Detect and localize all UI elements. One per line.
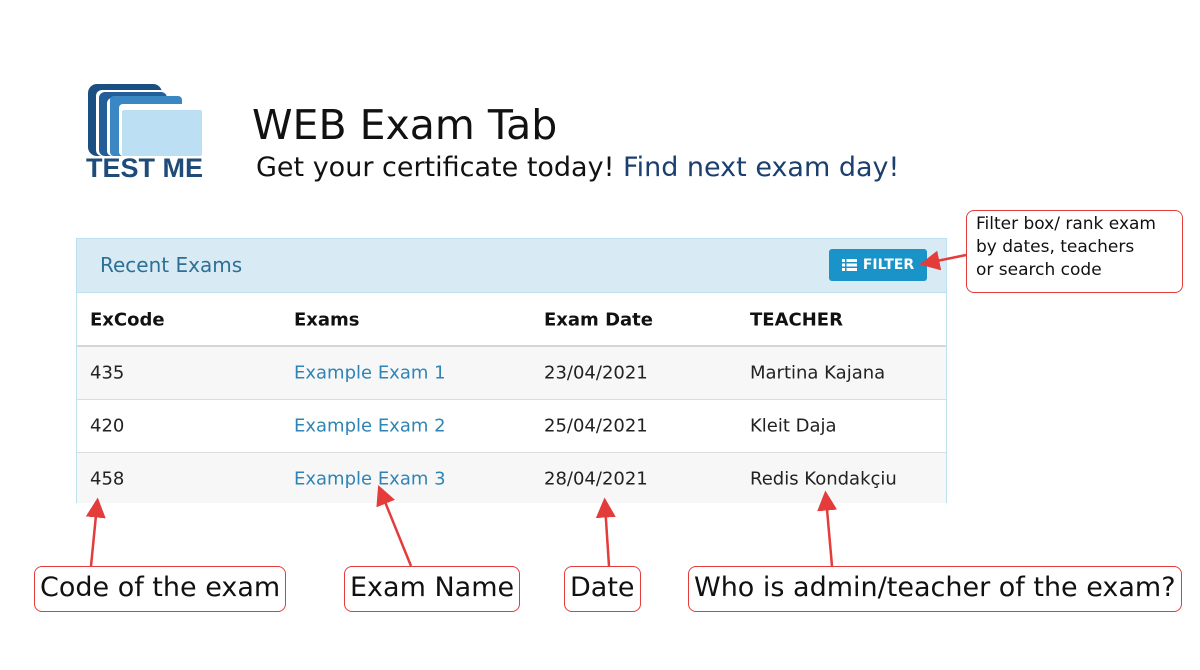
date-arrow xyxy=(595,497,616,567)
column-header-teacher[interactable]: TEACHER xyxy=(750,310,843,331)
panel-header: Recent Exams FILTER xyxy=(77,239,946,293)
books-logo-icon xyxy=(88,84,203,156)
table-row: 458 Example Exam 3 28/04/2021 Redis Kond… xyxy=(77,453,946,503)
logo-text: TEST ME xyxy=(86,153,204,183)
page-title: WEB Exam Tab xyxy=(252,101,558,149)
panel-title: Recent Exams xyxy=(100,253,243,277)
filter-note-line: Filter box/ rank exam xyxy=(976,214,1156,234)
code-annotation: Code of the exam xyxy=(34,566,287,612)
column-header-exam-date[interactable]: Exam Date xyxy=(544,310,653,331)
test-me-logo: TEST ME xyxy=(86,82,206,186)
filter-button[interactable]: FILTER xyxy=(829,249,927,281)
exam-link[interactable]: Example Exam 2 xyxy=(294,416,446,437)
teacher-arrow xyxy=(817,490,838,567)
exam-link[interactable]: Example Exam 1 xyxy=(294,363,446,384)
tagline-text: Get your certificate today! xyxy=(256,152,615,183)
table-row: 435 Example Exam 1 23/04/2021 Martina Ka… xyxy=(77,347,946,400)
column-header-exams[interactable]: Exams xyxy=(294,310,360,331)
filter-label: FILTER xyxy=(862,257,915,273)
column-header-excode[interactable]: ExCode xyxy=(90,310,165,331)
exam-date: 25/04/2021 xyxy=(544,415,648,437)
table-row: 420 Example Exam 2 25/04/2021 Kleit Daja xyxy=(77,400,946,453)
name-arrow xyxy=(376,485,413,567)
exam-code: 458 xyxy=(90,468,125,490)
exam-teacher: Redis Kondakçiu xyxy=(750,468,897,490)
list-icon xyxy=(841,259,857,271)
tagline: Get your certificate today! Find next ex… xyxy=(256,150,899,186)
exam-code: 420 xyxy=(90,415,125,437)
table-header-row: ExCode Exams Exam Date TEACHER xyxy=(77,293,946,347)
exam-code: 435 xyxy=(90,362,125,384)
code-arrow xyxy=(85,497,106,567)
exam-date: 28/04/2021 xyxy=(544,468,648,490)
exam-date: 23/04/2021 xyxy=(544,362,648,384)
filter-annotation: Filter box/ rank exam by dates, teachers… xyxy=(966,210,1183,293)
exam-teacher: Martina Kajana xyxy=(750,362,886,384)
exam-link[interactable]: Example Exam 3 xyxy=(294,469,446,490)
recent-exams-panel: Recent Exams FILTER ExCode Exams Exam Da… xyxy=(76,238,947,503)
exam-teacher: Kleit Daja xyxy=(750,415,837,437)
name-annotation: Exam Name xyxy=(344,566,521,612)
next-exam-link[interactable]: Find next exam day! xyxy=(623,152,899,183)
date-annotation: Date xyxy=(564,566,641,612)
filter-note-line: or search code xyxy=(976,260,1102,280)
teacher-annotation: Who is admin/teacher of the exam? xyxy=(688,566,1182,612)
filter-note-line: by dates, teachers xyxy=(976,237,1135,257)
